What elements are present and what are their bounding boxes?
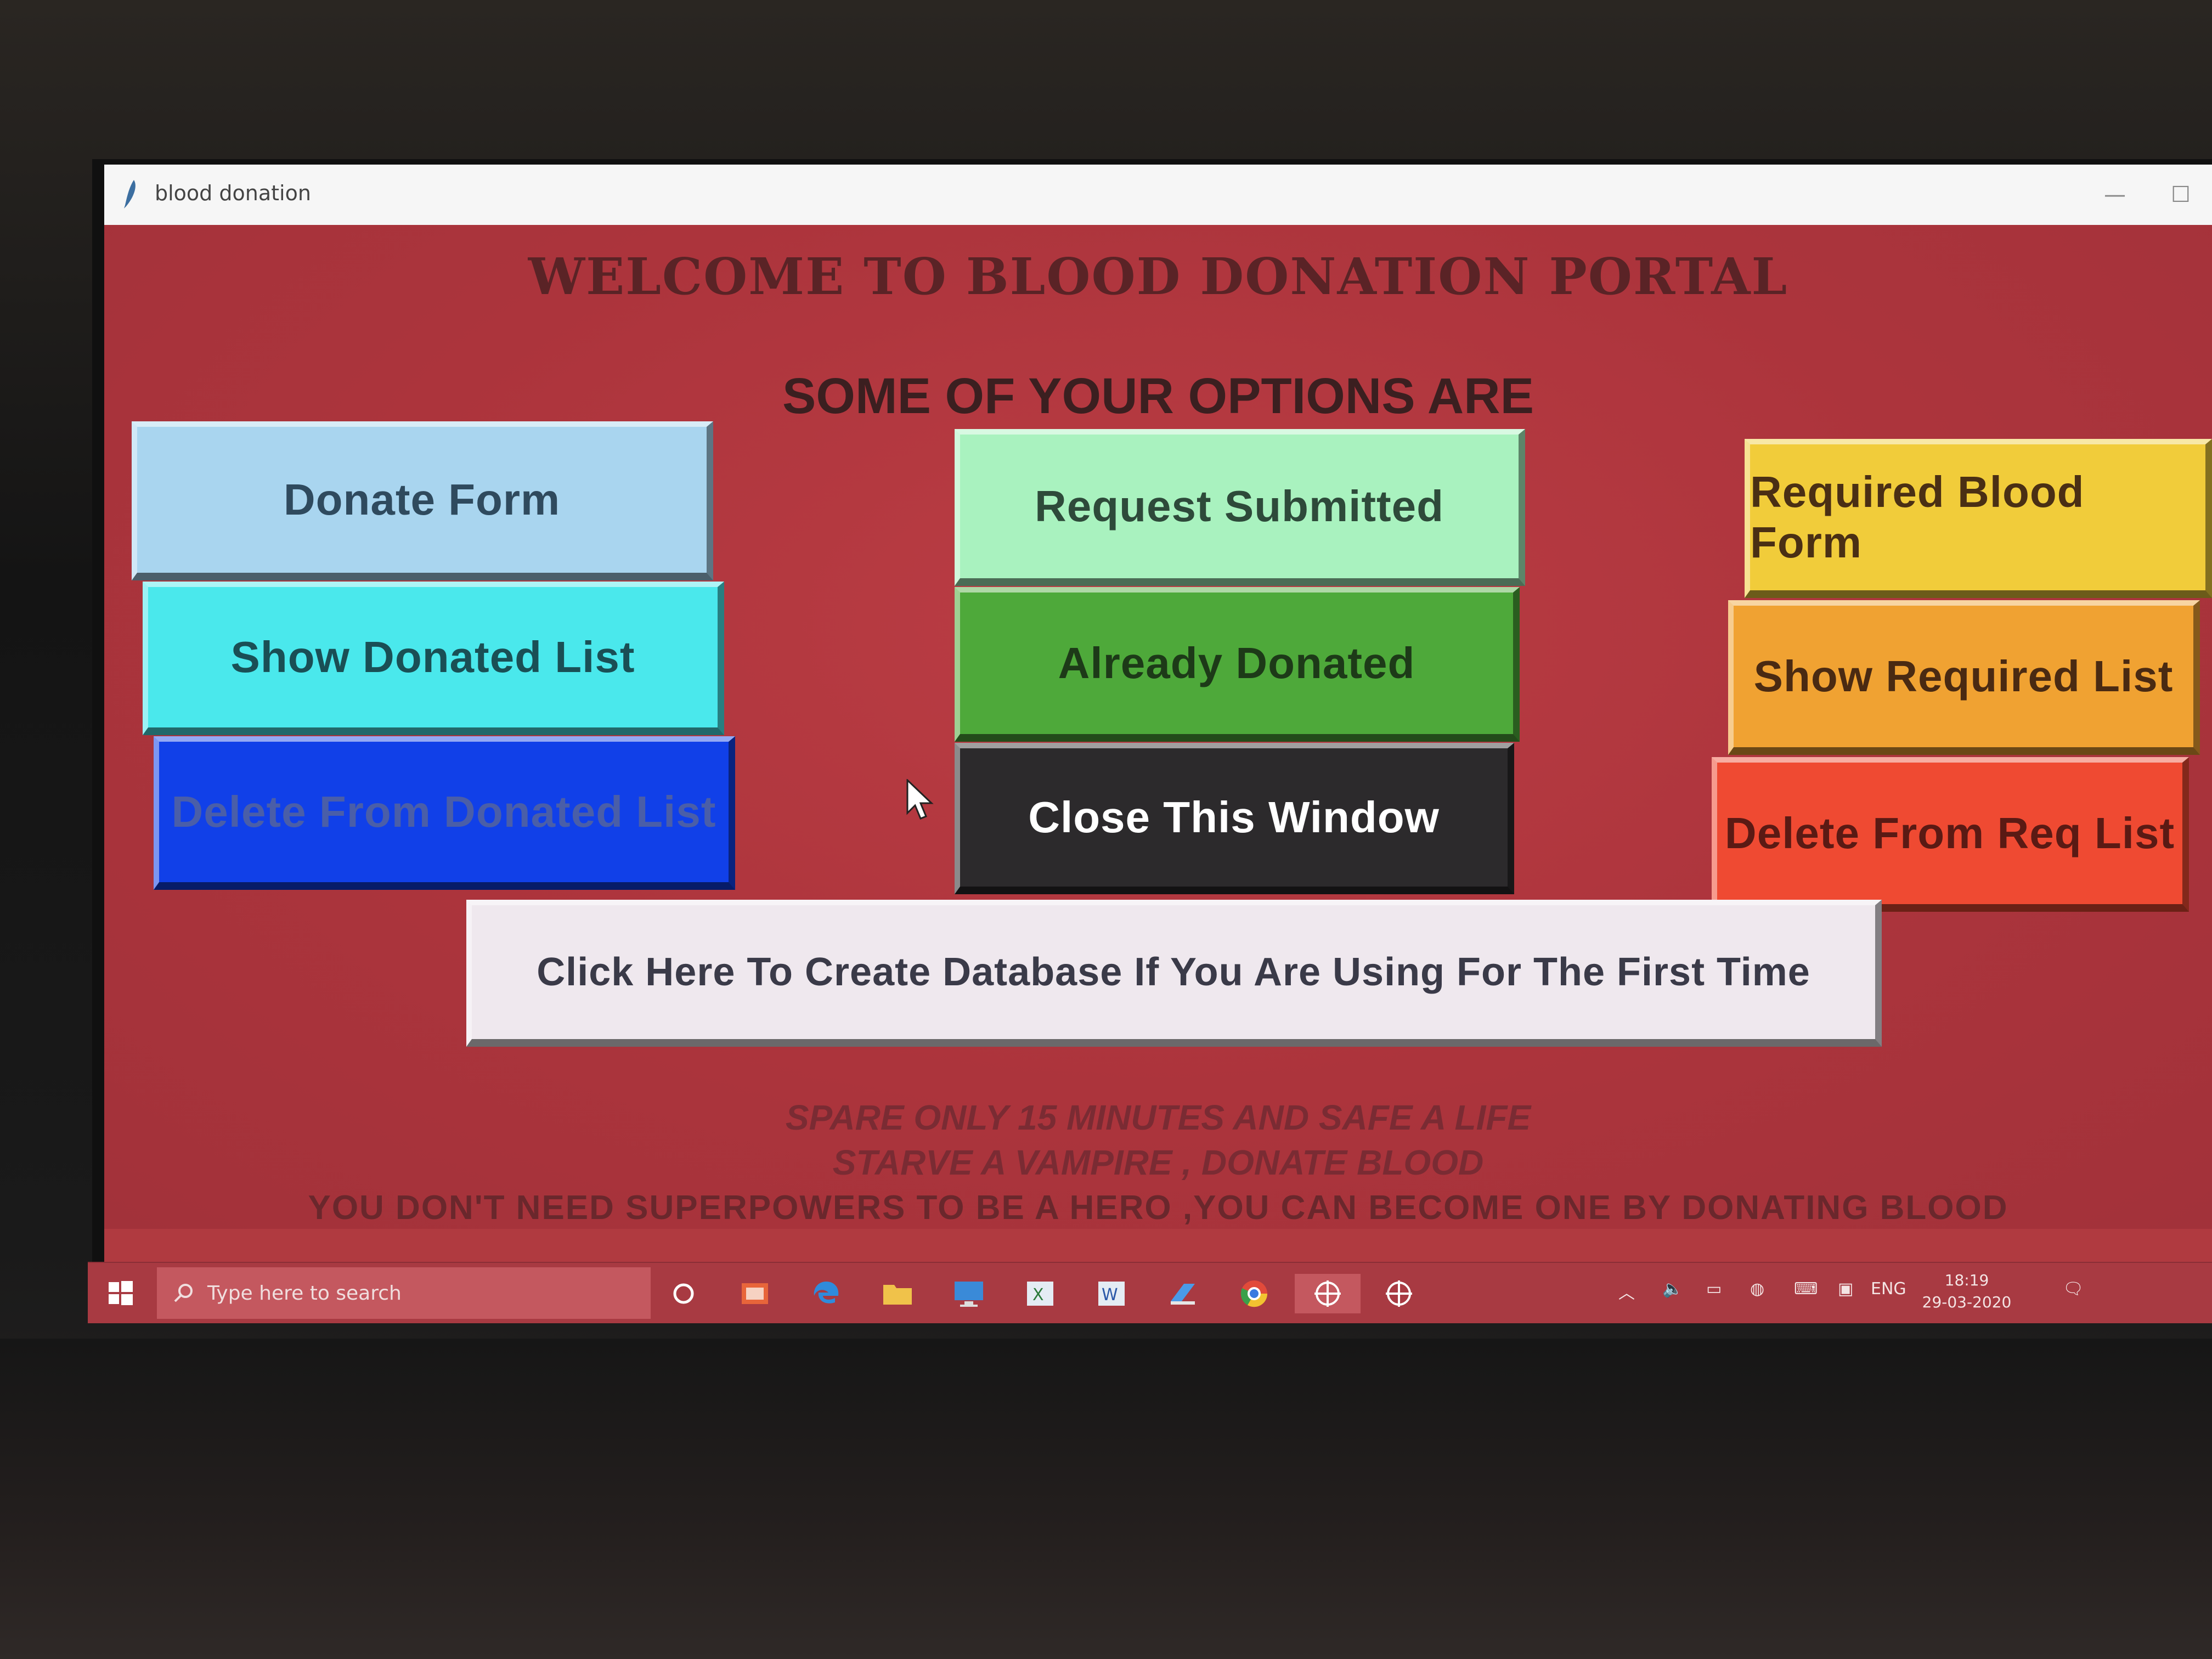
title-bar: blood donation — ☐: [104, 165, 2212, 226]
chevron-up-icon[interactable]: ︿: [1618, 1279, 1635, 1304]
mouse-cursor-icon: [906, 779, 934, 820]
quote-line-2: STARVE A VAMPIRE , DONATE BLOOD: [832, 1143, 1484, 1182]
search-icon: [174, 1284, 193, 1302]
app-icon[interactable]: [1163, 1274, 1203, 1313]
language-indicator[interactable]: ENG: [1871, 1279, 1906, 1299]
maximize-button[interactable]: ☐: [2156, 176, 2205, 214]
quote-line-3: YOU DON'T NEED SUPERPOWERS TO BE A HERO …: [308, 1189, 2008, 1227]
computer-icon[interactable]: [949, 1274, 989, 1313]
create-database-button[interactable]: Click Here To Create Database If You Are…: [466, 900, 1882, 1047]
required-blood-form-button[interactable]: Required Blood Form: [1745, 439, 2212, 598]
windows-taskbar: Type here to search X W ︿ 🔈 ▭ ◍ ⌨ ▣ ENG …: [88, 1262, 2212, 1323]
svg-text:W: W: [1102, 1285, 1118, 1305]
app-window: blood donation — ☐ WELCOME TO BLOOD DONA…: [104, 165, 2212, 1322]
edge-icon[interactable]: [806, 1274, 846, 1313]
already-donated-button[interactable]: Already Donated: [955, 587, 1520, 742]
delete-from-donated-list-button[interactable]: Delete From Donated List: [154, 736, 735, 890]
svg-text:X: X: [1032, 1285, 1044, 1305]
request-submitted-button[interactable]: Request Submitted: [955, 429, 1525, 586]
office-icon[interactable]: [735, 1274, 775, 1313]
cortana-icon[interactable]: [664, 1274, 703, 1313]
clock-date: 29-03-2020: [1922, 1293, 2012, 1311]
window-title: blood donation: [155, 181, 311, 205]
monitor-bezel-bottom: [0, 1339, 2212, 1659]
python-tk-icon[interactable]: [1295, 1274, 1361, 1313]
show-donated-list-button[interactable]: Show Donated List: [143, 582, 724, 735]
notification-icon[interactable]: 🗨: [2063, 1279, 2084, 1299]
delete-from-req-list-button[interactable]: Delete From Req List: [1712, 757, 2189, 912]
windows-start-icon[interactable]: [88, 1263, 154, 1323]
volume-icon[interactable]: 🔈: [1662, 1279, 1683, 1299]
file-explorer-icon[interactable]: [878, 1274, 917, 1313]
clock-time: 18:19: [1944, 1271, 1989, 1289]
taskbar-clock[interactable]: 18:19 29-03-2020: [1904, 1269, 2030, 1313]
welcome-heading: WELCOME TO BLOOD DONATION PORTAL: [528, 247, 1788, 306]
search-placeholder: Type here to search: [207, 1282, 402, 1305]
close-window-button[interactable]: Close This Window: [955, 743, 1514, 894]
battery-icon[interactable]: ▭: [1706, 1279, 1722, 1299]
keyboard-icon[interactable]: ⌨: [1794, 1279, 1818, 1299]
display-icon[interactable]: ▣: [1838, 1279, 1853, 1299]
feather-icon: [124, 180, 136, 208]
options-heading: SOME OF YOUR OPTIONS ARE: [782, 368, 1534, 424]
word-icon[interactable]: W: [1092, 1274, 1131, 1313]
excel-icon[interactable]: X: [1020, 1274, 1060, 1313]
python-tk-icon[interactable]: [1366, 1274, 1432, 1313]
chrome-icon[interactable]: [1234, 1274, 1274, 1313]
minimize-button[interactable]: —: [2090, 176, 2140, 214]
show-required-list-button[interactable]: Show Required List: [1728, 600, 2200, 755]
quote-line-1: SPARE ONLY 15 MINUTES AND SAFE A LIFE: [785, 1098, 1531, 1137]
main-panel: WELCOME TO BLOOD DONATION PORTAL SOME OF…: [104, 225, 2212, 1229]
network-icon[interactable]: ◍: [1750, 1279, 1764, 1299]
taskbar-search-box[interactable]: Type here to search: [157, 1267, 651, 1319]
donate-form-button[interactable]: Donate Form: [132, 421, 713, 580]
